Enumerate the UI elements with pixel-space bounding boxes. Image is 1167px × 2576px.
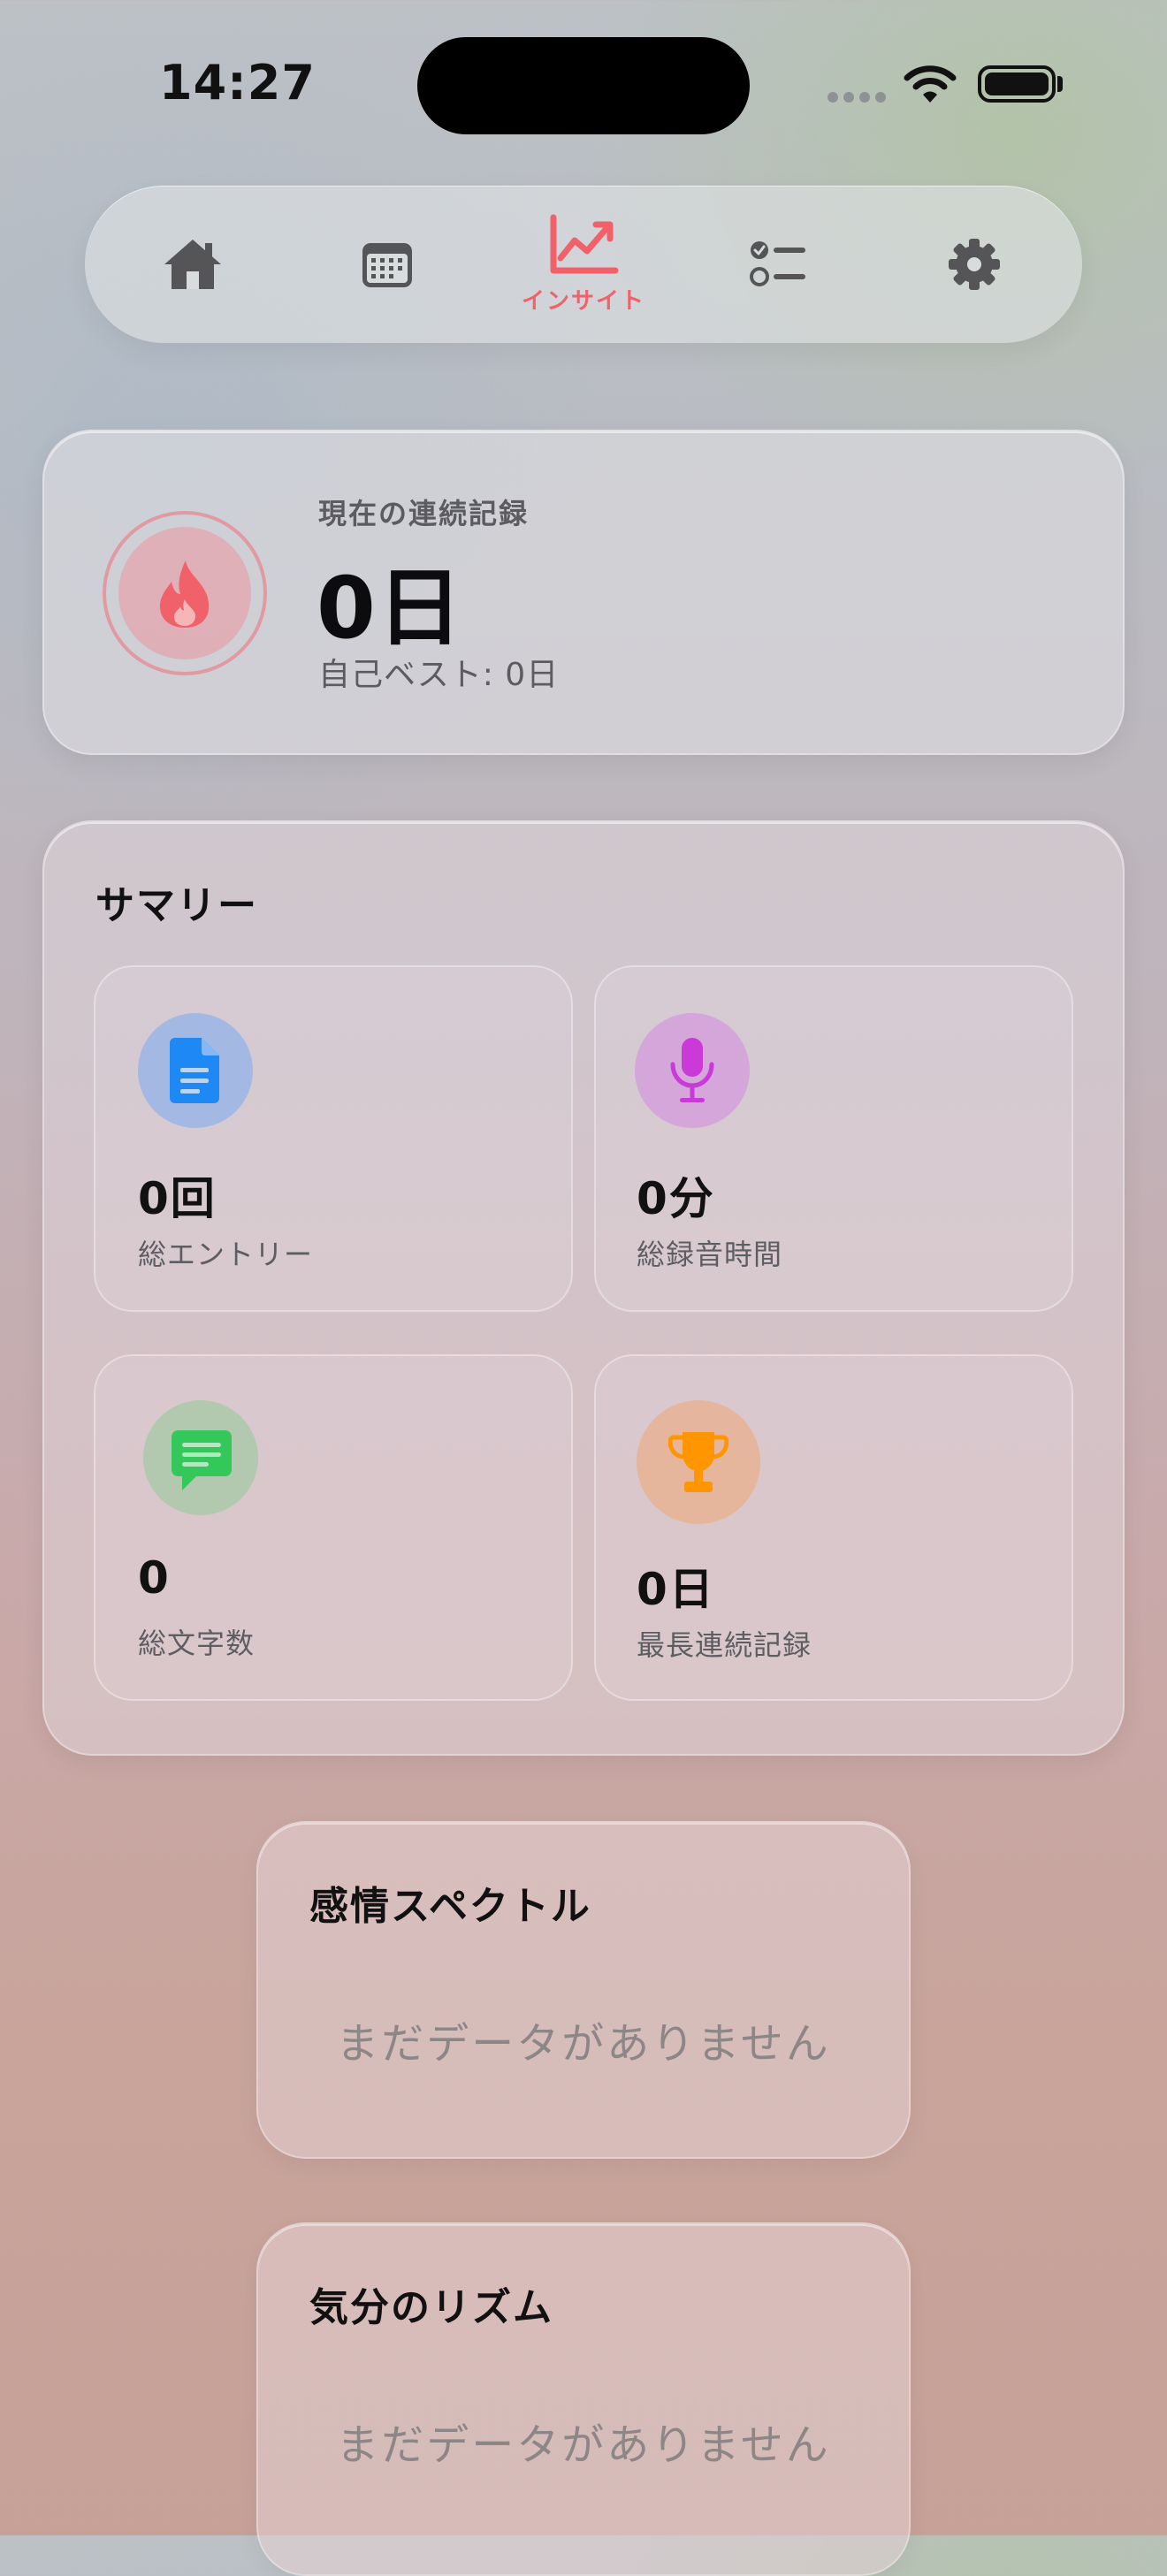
tab-insights[interactable]: インサイト [495, 186, 672, 343]
characters-label: 総文字数 [138, 1627, 256, 1660]
tab-home[interactable] [104, 186, 281, 343]
cellular-signal-icon [828, 92, 886, 103]
tab-settings[interactable] [886, 186, 1063, 343]
streak-best: 自己ベスト: 0日 [318, 657, 560, 693]
longest-streak-label: 最長連続記録 [637, 1628, 812, 1662]
house-icon [164, 240, 221, 289]
tab-insights-label: インサイト [521, 287, 645, 315]
wifi-icon [904, 65, 957, 103]
gear-icon [949, 239, 1000, 290]
emotion-spectrum-empty: まだデータがありません [336, 2019, 831, 2069]
flame-icon [159, 560, 210, 628]
mood-rhythm-empty: まだデータがありません [336, 2420, 831, 2470]
trophy-icon [668, 1432, 728, 1492]
recording-value: 0分 [637, 1173, 715, 1224]
characters-value: 0 [138, 1552, 171, 1604]
document-icon [170, 1038, 219, 1103]
calendar-icon [362, 243, 412, 287]
streak-label: 現在の連続記録 [318, 497, 530, 530]
status-time: 14:27 [159, 55, 316, 111]
tab-bar: インサイト [85, 186, 1082, 343]
longest-streak-value: 0日 [637, 1564, 715, 1615]
checklist-icon [750, 241, 805, 286]
summary-title: サマリー [95, 883, 258, 928]
entries-label: 総エントリー [138, 1238, 314, 1271]
microphone-icon [670, 1038, 714, 1102]
dynamic-island [417, 37, 750, 134]
emotion-spectrum-title: 感情スペクトル [309, 1884, 591, 1929]
chart-line-icon [550, 214, 619, 273]
battery-tip [1057, 76, 1063, 92]
tab-calendar[interactable] [299, 186, 476, 343]
battery-icon [978, 65, 1056, 103]
streak-value: 0日 [317, 559, 464, 658]
emotion-spectrum-card [256, 1821, 911, 2159]
message-icon [172, 1430, 232, 1490]
mood-rhythm-title: 気分のリズム [309, 2285, 553, 2330]
tab-checklist[interactable] [690, 186, 866, 343]
entries-value: 0回 [138, 1173, 217, 1224]
recording-label: 総録音時間 [637, 1238, 783, 1271]
